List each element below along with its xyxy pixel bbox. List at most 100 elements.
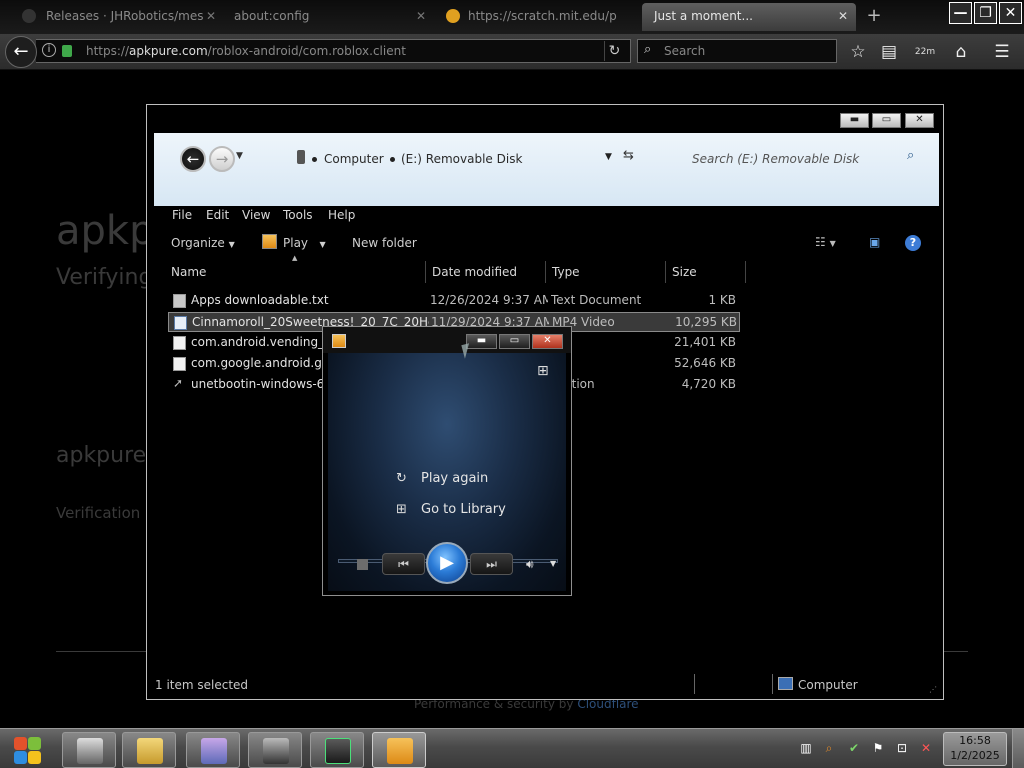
go-to-library-link[interactable]: Go to Library — [421, 502, 506, 517]
player-maximize-button[interactable]: ▭ — [499, 334, 530, 349]
taskbar-app-5[interactable] — [310, 732, 364, 768]
explorer-forward-button[interactable]: → — [209, 146, 235, 172]
window-close-button[interactable]: ✕ — [999, 2, 1022, 24]
play-again-link[interactable]: Play again — [421, 471, 488, 486]
organize-button[interactable]: Organize ▼ — [171, 236, 235, 250]
media-player-window[interactable]: ▬ ▭ ✕ ⊞ ↻ Play again ⊞ Go to Library ⏮ ▶… — [322, 326, 572, 596]
volume-muted-icon[interactable]: ✕ — [919, 741, 933, 755]
address-dropdown-icon[interactable]: ▼ — [605, 152, 612, 162]
clock-time: 16:58 — [959, 734, 991, 747]
menu-view[interactable]: View — [242, 208, 270, 222]
tab-close-icon[interactable]: ✕ — [416, 3, 426, 29]
help-icon[interactable]: ? — [905, 235, 921, 251]
new-folder-button[interactable]: New folder — [352, 236, 417, 250]
menu-icon[interactable]: ☰ — [990, 40, 1014, 64]
explorer-title-bar[interactable]: ▬ ▭ ✕ — [147, 105, 943, 133]
search-icon[interactable]: ⌕ — [907, 148, 914, 163]
explorer-back-button[interactable]: ← — [180, 146, 206, 172]
explorer-menu-bar: File Edit View Tools Help — [154, 206, 939, 226]
history-dropdown-icon[interactable]: ▼ — [236, 151, 243, 161]
menu-help[interactable]: Help — [328, 208, 355, 222]
stop-icon[interactable] — [357, 559, 368, 570]
play-icon — [262, 234, 277, 249]
column-divider[interactable] — [545, 261, 546, 283]
explorer-maximize-button[interactable]: ▭ — [872, 113, 901, 128]
column-divider[interactable] — [745, 261, 746, 283]
breadcrumb-removable-disk[interactable]: (E:) Removable Disk — [401, 152, 522, 166]
player-controls: ⏮ ▶ ⏭ 🔊︎ ▼ — [328, 542, 566, 592]
preview-pane-icon[interactable]: ▣ — [869, 235, 880, 249]
selection-status: 1 item selected — [155, 678, 249, 692]
menu-edit[interactable]: Edit — [206, 208, 229, 222]
taskbar-explorer[interactable] — [122, 732, 176, 768]
tab-scratch[interactable]: https://scratch.mit.edu/p — [440, 3, 640, 31]
file-row[interactable]: Apps downloadable.txt 12/26/2024 9:37 AM… — [168, 291, 740, 311]
search-placeholder: Search — [664, 44, 706, 58]
sort-arrow-icon: ▲ — [292, 254, 298, 262]
menu-tools[interactable]: Tools — [283, 208, 313, 222]
tab-about-config[interactable]: about:config ✕ — [210, 3, 434, 31]
column-divider[interactable] — [425, 261, 426, 283]
explorer-search-input[interactable]: Search (E:) Removable Disk — [692, 152, 859, 166]
play-button[interactable]: Play ▼ — [283, 236, 326, 250]
refresh-icon[interactable]: ⇆ — [623, 148, 634, 163]
home-icon[interactable]: ⌂ — [949, 40, 973, 64]
volume-dropdown-icon[interactable]: ▼ — [550, 559, 556, 568]
breadcrumb-computer[interactable]: Computer — [324, 152, 384, 166]
tab-close-icon[interactable]: ✕ — [838, 3, 848, 29]
windows-logo-icon — [14, 751, 27, 764]
explorer-address-area: ← → ▼ Computer (E:) Removable Disk ▼ ⇆ S… — [154, 133, 939, 206]
file-size: 1 KB — [708, 293, 736, 307]
timer-badge[interactable]: 22m — [913, 40, 937, 64]
volume-icon[interactable]: 🔊︎ — [526, 557, 534, 572]
taskbar-app-3[interactable] — [186, 732, 240, 768]
bookmark-star-icon[interactable]: ☆ — [846, 40, 870, 64]
back-button[interactable]: ← — [5, 36, 37, 68]
tray-bars-icon[interactable]: ▥ — [799, 741, 813, 755]
view-options-icon[interactable]: ☷ ▼ — [815, 235, 836, 249]
anime-app-icon — [201, 738, 227, 764]
player-minimize-button[interactable]: ▬ — [466, 334, 497, 349]
tab-title: Releases · JHRobotics/mes — [46, 9, 204, 23]
search-bar[interactable]: ⌕ Search — [637, 39, 837, 63]
column-type[interactable]: Type — [552, 265, 580, 279]
taskbar-media-player[interactable] — [372, 732, 426, 768]
info-icon[interactable]: i — [42, 43, 56, 57]
new-tab-button[interactable]: + — [864, 4, 884, 28]
column-divider[interactable] — [665, 261, 666, 283]
start-button[interactable] — [4, 730, 50, 768]
play-button[interactable]: ▶ — [426, 542, 468, 584]
show-desktop-button[interactable] — [1012, 729, 1024, 768]
resize-grip-icon[interactable]: ⋰ — [929, 685, 937, 694]
explorer-minimize-button[interactable]: ▬ — [840, 113, 869, 128]
tray-search-icon[interactable]: ⌕ — [822, 741, 836, 755]
page-subheading: Verifying — [56, 265, 153, 290]
column-name[interactable]: Name — [171, 265, 206, 279]
player-title-bar[interactable]: ▬ ▭ ✕ — [323, 327, 571, 353]
url-text[interactable]: https://apkpure.com/roblox-android/com.r… — [86, 44, 406, 58]
location-status: Computer — [798, 678, 858, 692]
tray-shield-icon[interactable]: ✔ — [847, 741, 861, 755]
text-file-icon — [173, 294, 186, 308]
window-minimize-button[interactable]: — — [949, 2, 972, 24]
switch-to-library-icon[interactable]: ⊞ — [537, 363, 549, 379]
column-size[interactable]: Size — [672, 265, 697, 279]
menu-file[interactable]: File — [172, 208, 192, 222]
network-icon[interactable]: ⊡ — [895, 741, 909, 755]
clock[interactable]: 16:58 1/2/2025 — [943, 732, 1007, 766]
explorer-close-button[interactable]: ✕ — [905, 113, 934, 128]
tab-just-a-moment[interactable]: Just a moment... ✕ — [642, 3, 856, 31]
window-maximize-button[interactable]: ❐ — [974, 2, 997, 24]
url-bar[interactable]: i https://apkpure.com/roblox-android/com… — [36, 39, 631, 63]
next-button[interactable]: ⏭ — [470, 553, 513, 575]
previous-button[interactable]: ⏮ — [382, 553, 425, 575]
taskbar-app-4[interactable] — [248, 732, 302, 768]
action-center-flag-icon[interactable]: ⚑ — [871, 741, 885, 755]
tab-releases[interactable]: Releases · JHRobotics/mes ✕ — [0, 3, 224, 31]
reload-icon[interactable]: ↻ — [604, 41, 624, 61]
player-close-button[interactable]: ✕ — [532, 334, 563, 349]
column-date-modified[interactable]: Date modified — [432, 265, 517, 279]
reading-list-icon[interactable]: ▤ — [877, 40, 901, 64]
browser-nav-bar: i https://apkpure.com/roblox-android/com… — [0, 34, 1024, 70]
taskbar-app-1[interactable] — [62, 732, 116, 768]
